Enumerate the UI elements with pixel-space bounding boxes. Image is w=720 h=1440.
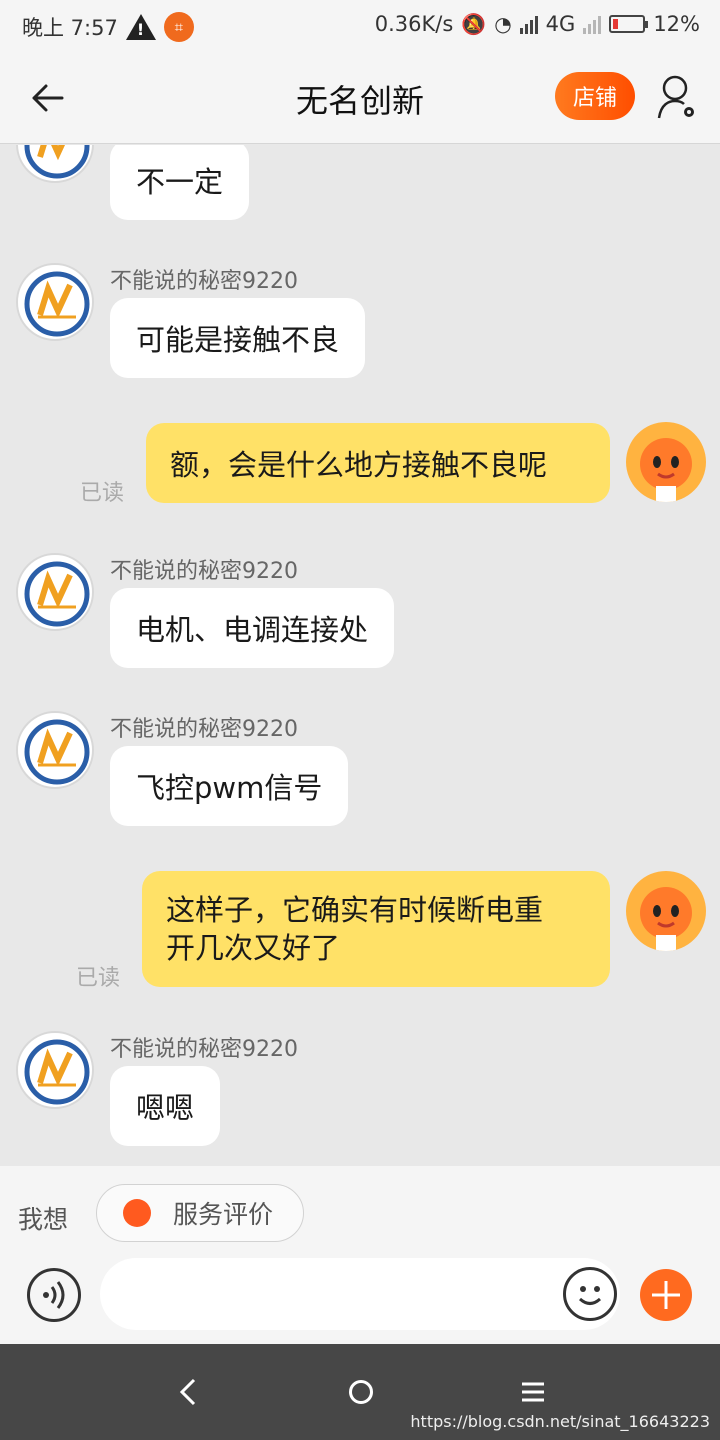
warning-icon <box>125 14 156 40</box>
network-type: 4G <box>545 12 576 36</box>
mute-icon: 🔕 <box>461 12 487 36</box>
sender-name: 不能说的秘密9220 <box>110 717 298 742</box>
user-settings-icon[interactable] <box>656 74 698 120</box>
message-line: 开几次又好了 <box>166 931 341 965</box>
nav-home-icon[interactable] <box>349 1380 373 1404</box>
network-speed: 0.36K/s <box>374 12 454 36</box>
emoji-icon[interactable] <box>563 1267 617 1321</box>
message-bubble[interactable]: 不一定 <box>110 145 250 220</box>
wifi-icon: ◔ <box>494 12 512 36</box>
read-status: 已读 <box>80 481 125 506</box>
avatar[interactable] <box>16 553 94 631</box>
shop-button[interactable]: 店铺 <box>555 72 635 120</box>
quick-reply-label: 我想 <box>18 1205 69 1234</box>
message-bubble[interactable]: 飞控pwm信号 <box>110 746 349 826</box>
chat-header: 无名创新 店铺 <box>0 50 720 144</box>
service-rating-chip[interactable]: 服务评价 <box>96 1184 304 1242</box>
message-input[interactable] <box>100 1258 620 1330</box>
avatar[interactable] <box>16 145 94 183</box>
message-bubble-self[interactable]: 这样子，它确实有时候断电重 开几次又好了 <box>142 871 610 987</box>
sender-name: 不能说的秘密9220 <box>110 559 298 584</box>
app-notification-icon: ⌗ <box>163 12 194 42</box>
nav-back-icon[interactable] <box>176 1378 200 1406</box>
sender-name: 不能说的秘密9220 <box>110 1037 298 1062</box>
read-status: 已读 <box>76 966 121 991</box>
nav-menu-icon[interactable] <box>522 1382 544 1402</box>
avatar[interactable] <box>16 1031 94 1109</box>
chat-area[interactable]: 不一定 不能说的秘密9220 可能是接触不良 已读 额，会是什么地方接触不良呢 … <box>0 145 720 1165</box>
message-bubble[interactable]: 可能是接触不良 <box>110 298 366 378</box>
message-bubble-self[interactable]: 额，会是什么地方接触不良呢 <box>146 423 610 503</box>
input-panel: 我想 服务评价 <box>0 1166 720 1344</box>
system-nav-bar: https://blog.csdn.net/sinat_16643223 <box>0 1344 720 1440</box>
self-avatar[interactable] <box>626 871 706 951</box>
avatar[interactable] <box>16 263 94 341</box>
status-bar: 晚上 7:57 ⌗ 0.36K/s 🔕 ◔ 4G 12% <box>0 0 720 50</box>
sender-name: 不能说的秘密9220 <box>110 269 298 294</box>
battery-icon <box>609 15 649 33</box>
battery-level: 12% <box>653 12 700 36</box>
signal-2-icon <box>583 14 602 34</box>
self-avatar[interactable] <box>626 422 706 502</box>
chip-label: 服务评价 <box>173 1200 274 1229</box>
status-time: 晚上 7:57 <box>22 16 118 40</box>
signal-icon <box>519 14 538 34</box>
message-line: 这样子，它确实有时候断电重 <box>166 893 544 927</box>
rating-icon <box>123 1199 151 1227</box>
message-bubble[interactable]: 嗯嗯 <box>110 1066 221 1146</box>
watermark-text: https://blog.csdn.net/sinat_16643223 <box>410 1412 710 1431</box>
voice-input-icon[interactable] <box>27 1268 81 1322</box>
message-bubble[interactable]: 电机、电调连接处 <box>110 588 395 668</box>
add-attachment-icon[interactable] <box>640 1269 692 1321</box>
avatar[interactable] <box>16 711 94 789</box>
